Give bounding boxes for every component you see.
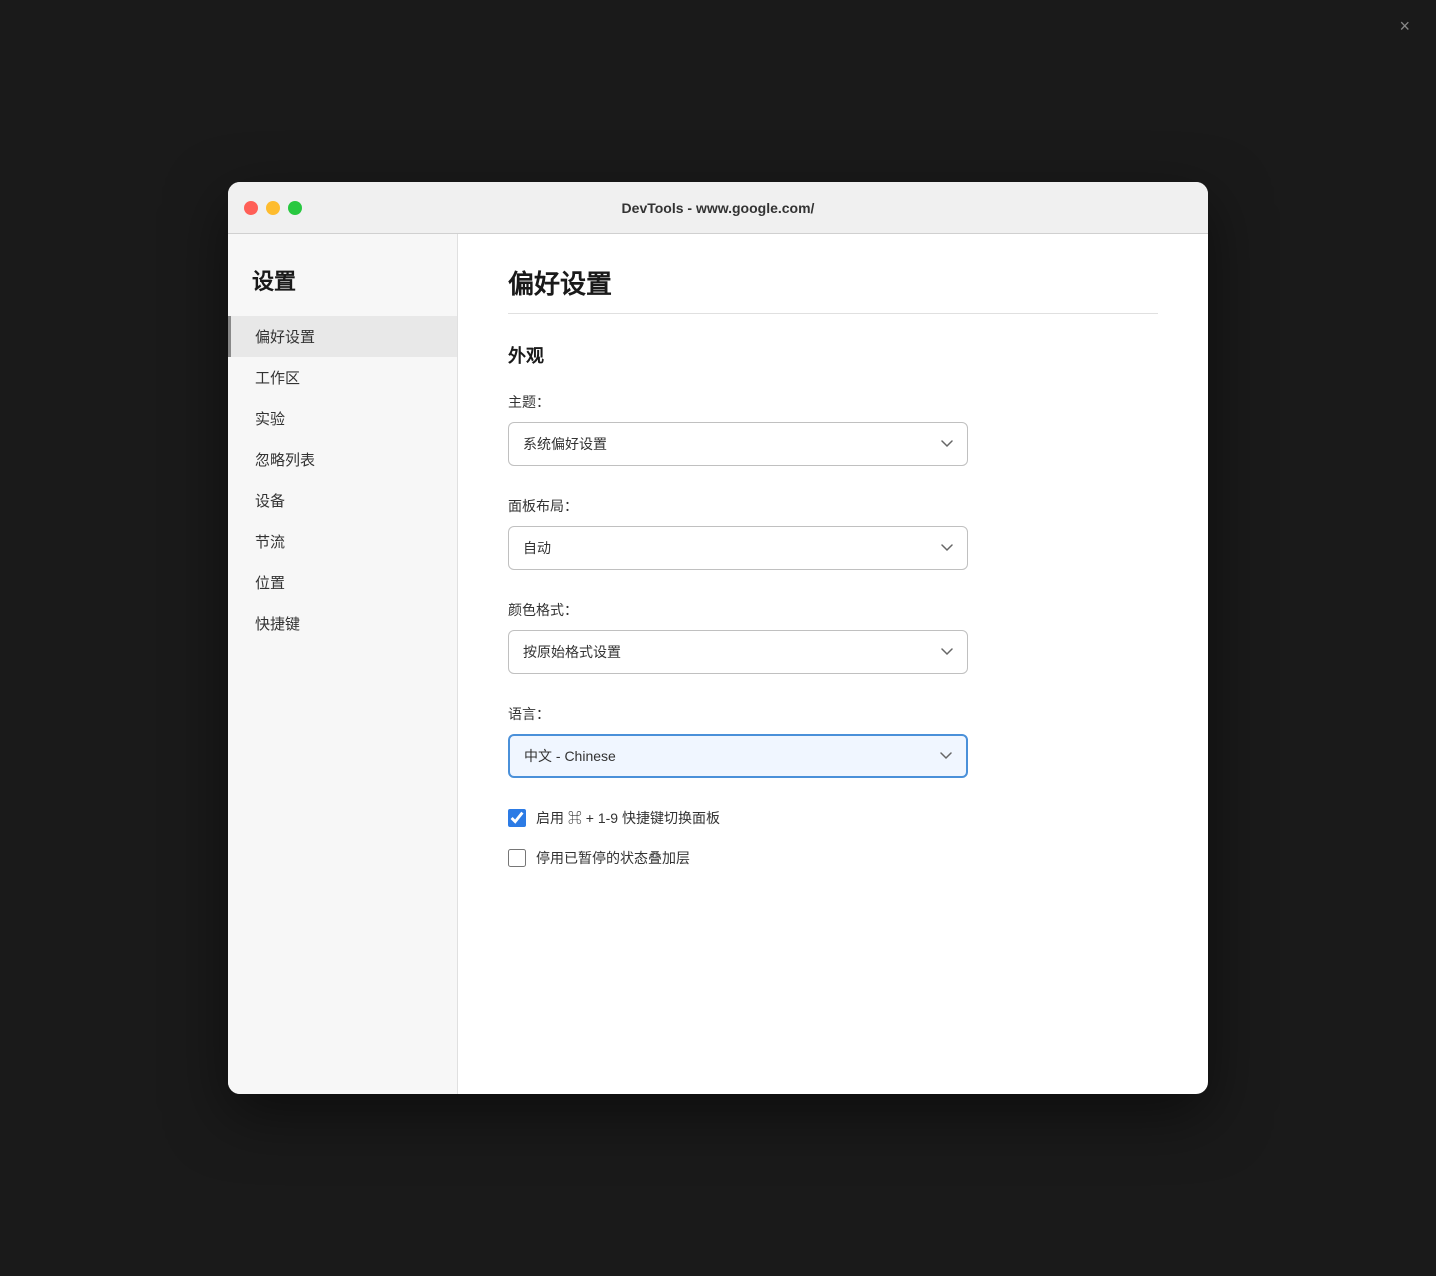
panel-layout-group: 面板布局： 自动 水平 垂直 <box>508 496 1158 570</box>
appearance-section-title: 外观 <box>508 342 1158 368</box>
main-content: 偏好设置 外观 主题： 系统偏好设置 浅色 深色 面板布局： 自动 水平 垂直 <box>458 234 1208 1094</box>
traffic-lights <box>244 201 302 215</box>
panel-layout-label: 面板布局： <box>508 496 1158 516</box>
minimize-button[interactable] <box>266 201 280 215</box>
sidebar-item-throttling[interactable]: 节流 <box>228 521 457 562</box>
title-bar: DevTools - www.google.com/ <box>228 182 1208 234</box>
sidebar-item-devices[interactable]: 设备 <box>228 480 457 521</box>
shortcut-checkbox[interactable] <box>508 809 526 827</box>
divider <box>508 313 1158 314</box>
sidebar-item-experiments[interactable]: 实验 <box>228 398 457 439</box>
overlay-checkbox-group: 停用已暂停的状态叠加层 <box>508 848 1158 868</box>
sidebar-nav: 偏好设置 工作区 实验 忽略列表 设备 节流 位置 <box>228 316 457 644</box>
color-format-group: 颜色格式： 按原始格式设置 HEX RGB HSL <box>508 600 1158 674</box>
sidebar: 设置 偏好设置 工作区 实验 忽略列表 设备 节流 <box>228 234 458 1094</box>
page-title: 偏好设置 <box>508 264 1158 301</box>
color-format-label: 颜色格式： <box>508 600 1158 620</box>
overlay-checkbox[interactable] <box>508 849 526 867</box>
theme-group: 主题： 系统偏好设置 浅色 深色 <box>508 392 1158 466</box>
sidebar-heading: 设置 <box>228 264 457 316</box>
sidebar-item-ignore-list[interactable]: 忽略列表 <box>228 439 457 480</box>
language-group: 语言： 中文 - Chinese English <box>508 704 1158 778</box>
sidebar-item-workspace[interactable]: 工作区 <box>228 357 457 398</box>
theme-select[interactable]: 系统偏好设置 浅色 深色 <box>508 422 968 466</box>
close-button[interactable] <box>244 201 258 215</box>
panel-layout-select[interactable]: 自动 水平 垂直 <box>508 526 968 570</box>
sidebar-item-shortcuts[interactable]: 快捷键 <box>228 603 457 644</box>
window-body: 设置 偏好设置 工作区 实验 忽略列表 设备 节流 <box>228 234 1208 1094</box>
shortcut-checkbox-group: 启用 ⌘ + 1-9 快捷键切换面板 <box>508 808 1158 828</box>
theme-label: 主题： <box>508 392 1158 412</box>
overlay-checkbox-label[interactable]: 停用已暂停的状态叠加层 <box>536 848 690 868</box>
maximize-button[interactable] <box>288 201 302 215</box>
sidebar-item-locations[interactable]: 位置 <box>228 562 457 603</box>
language-label: 语言： <box>508 704 1158 724</box>
window-title: DevTools - www.google.com/ <box>622 200 815 216</box>
sidebar-item-preferences[interactable]: 偏好设置 <box>228 316 457 357</box>
color-format-select[interactable]: 按原始格式设置 HEX RGB HSL <box>508 630 968 674</box>
shortcut-checkbox-label[interactable]: 启用 ⌘ + 1-9 快捷键切换面板 <box>536 808 720 828</box>
devtools-window: DevTools - www.google.com/ 设置 偏好设置 工作区 实… <box>228 182 1208 1094</box>
language-select[interactable]: 中文 - Chinese English <box>508 734 968 778</box>
